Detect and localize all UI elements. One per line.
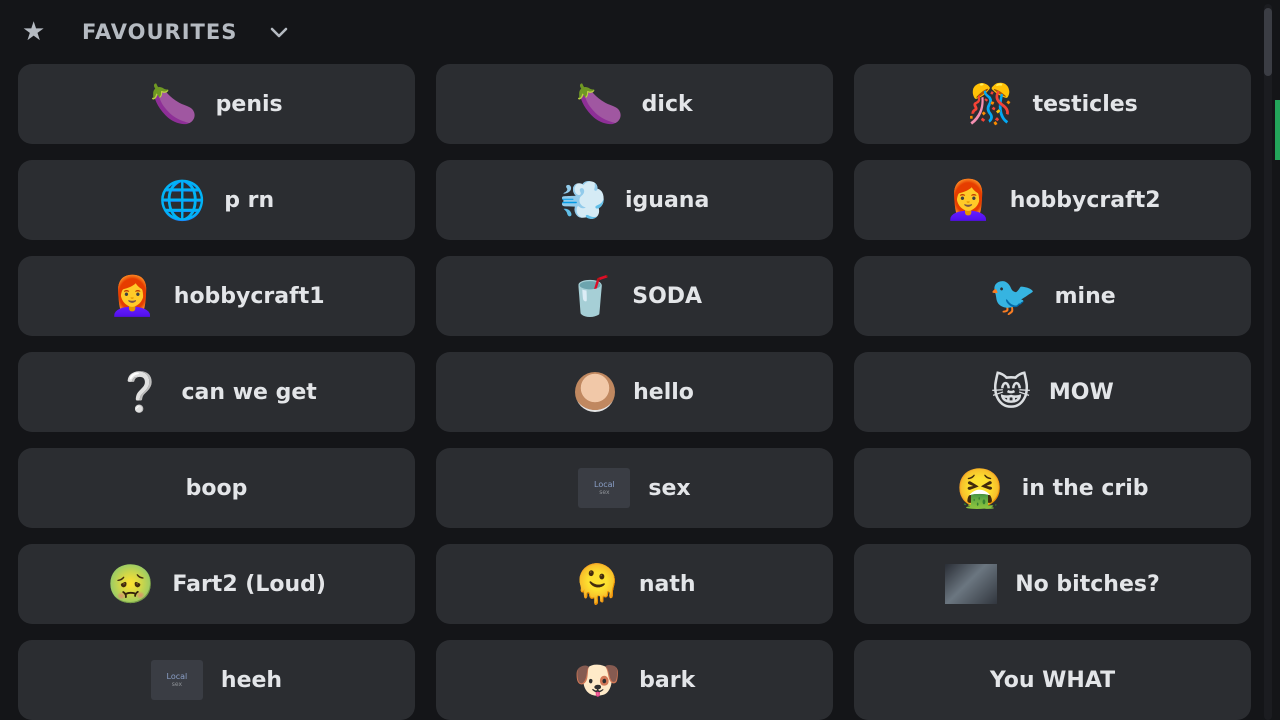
grinning-cat-icon: 😸	[991, 370, 1031, 414]
scrollbar-thumb[interactable]	[1264, 8, 1272, 76]
favourites-header[interactable]: ★ FAVOURITES	[22, 14, 291, 50]
sound-button[interactable]: 👩‍🦰 hobbycraft2	[854, 160, 1251, 240]
cup-with-straw-icon: 🥤	[566, 274, 615, 318]
eggplant-icon: 🍆	[576, 82, 624, 126]
custom-image-icon: Local sex	[150, 660, 203, 700]
sound-label: in the crib	[1021, 475, 1149, 501]
image-icon-subtext: sex	[171, 681, 183, 689]
sound-button[interactable]: 🐦 mine	[854, 256, 1251, 336]
sound-button[interactable]: boop	[18, 448, 415, 528]
sound-button[interactable]: Local sex sex	[436, 448, 833, 528]
red-haired-woman-icon: 👩‍🦰	[108, 274, 156, 318]
sound-label: You WHAT	[989, 667, 1116, 693]
sound-label: Fart2 (Loud)	[172, 571, 326, 597]
soundboard-panel: ★ FAVOURITES 🍆 penis 🍆 dick 🎊 testicles 🌐 p rn 💨…	[0, 0, 1280, 720]
sound-label: penis	[215, 91, 283, 117]
scrollbar-track[interactable]	[1264, 4, 1272, 720]
sound-label: sex	[648, 475, 691, 501]
question-mark-icon: ❔	[116, 370, 164, 414]
sound-button[interactable]: 🎊 testicles	[854, 64, 1251, 144]
sound-button[interactable]: 👩‍🦰 hobbycraft1	[18, 256, 415, 336]
image-icon-text: Local	[594, 479, 615, 489]
sound-button[interactable]: hello	[436, 352, 833, 432]
sound-label: hobbycraft1	[173, 283, 325, 309]
globe-icon: 🌐	[158, 178, 207, 222]
sound-label: heeh	[220, 667, 283, 693]
sound-label: iguana	[625, 187, 710, 213]
sound-button[interactable]: No bitches?	[854, 544, 1251, 624]
image-icon-text: Local	[166, 671, 188, 681]
sound-button[interactable]: ❔ can we get	[18, 352, 415, 432]
sound-button[interactable]: 🌐 p rn	[18, 160, 415, 240]
image-icon-subtext: sex	[599, 489, 610, 497]
sound-label: nath	[638, 571, 696, 597]
disguised-face-icon: 🤢	[107, 562, 155, 606]
sound-label: hello	[633, 379, 694, 405]
sound-grid: 🍆 penis 🍆 dick 🎊 testicles 🌐 p rn 💨 iguana 👩‍🦰 hobb…	[18, 64, 1251, 720]
sound-label: No bitches?	[1015, 571, 1160, 597]
sound-label: bark	[639, 667, 696, 693]
custom-photo-icon	[945, 564, 998, 604]
custom-image-icon: Local sex	[578, 468, 631, 508]
sound-label: mine	[1054, 283, 1116, 309]
sound-label: MOW	[1048, 379, 1114, 405]
dog-face-icon: 🐶	[573, 658, 622, 702]
sound-button[interactable]: 🍆 dick	[436, 64, 833, 144]
sound-button[interactable]: 😸 MOW	[854, 352, 1251, 432]
star-icon: ★	[22, 17, 46, 47]
sound-button[interactable]: 🍆 penis	[18, 64, 415, 144]
sound-button[interactable]: Local sex heeh	[18, 640, 415, 720]
eggplant-icon: 🍆	[150, 82, 198, 126]
sound-button[interactable]: 🤢 Fart2 (Loud)	[18, 544, 415, 624]
sound-label: dick	[641, 91, 693, 117]
chevron-down-icon[interactable]	[267, 20, 291, 44]
sound-label: SODA	[632, 283, 703, 309]
status-indicator	[1275, 100, 1280, 160]
sound-label: testicles	[1032, 91, 1138, 117]
sound-button[interactable]: 🐶 bark	[436, 640, 833, 720]
sound-button[interactable]: 💨 iguana	[436, 160, 833, 240]
confetti-ball-icon: 🎊	[967, 82, 1015, 126]
hugging-face-icon: 🫠	[573, 562, 621, 606]
cowboy-vomiting-face-icon: 🤮	[956, 466, 1004, 510]
sound-label: p rn	[224, 187, 275, 213]
sound-label: can we get	[181, 379, 317, 405]
sound-button[interactable]: 🥤 SODA	[436, 256, 833, 336]
bird-icon: 🐦	[989, 274, 1037, 318]
sound-button[interactable]: You WHAT	[854, 640, 1251, 720]
sound-button[interactable]: 🤮 in the crib	[854, 448, 1251, 528]
dash-icon: 💨	[559, 178, 607, 222]
red-haired-woman-icon: 👩‍🦰	[944, 178, 992, 222]
sound-label: hobbycraft2	[1009, 187, 1161, 213]
section-title: FAVOURITES	[82, 20, 238, 44]
custom-face-icon	[575, 372, 616, 412]
sound-label: boop	[185, 475, 248, 501]
sound-button[interactable]: 🫠 nath	[436, 544, 833, 624]
